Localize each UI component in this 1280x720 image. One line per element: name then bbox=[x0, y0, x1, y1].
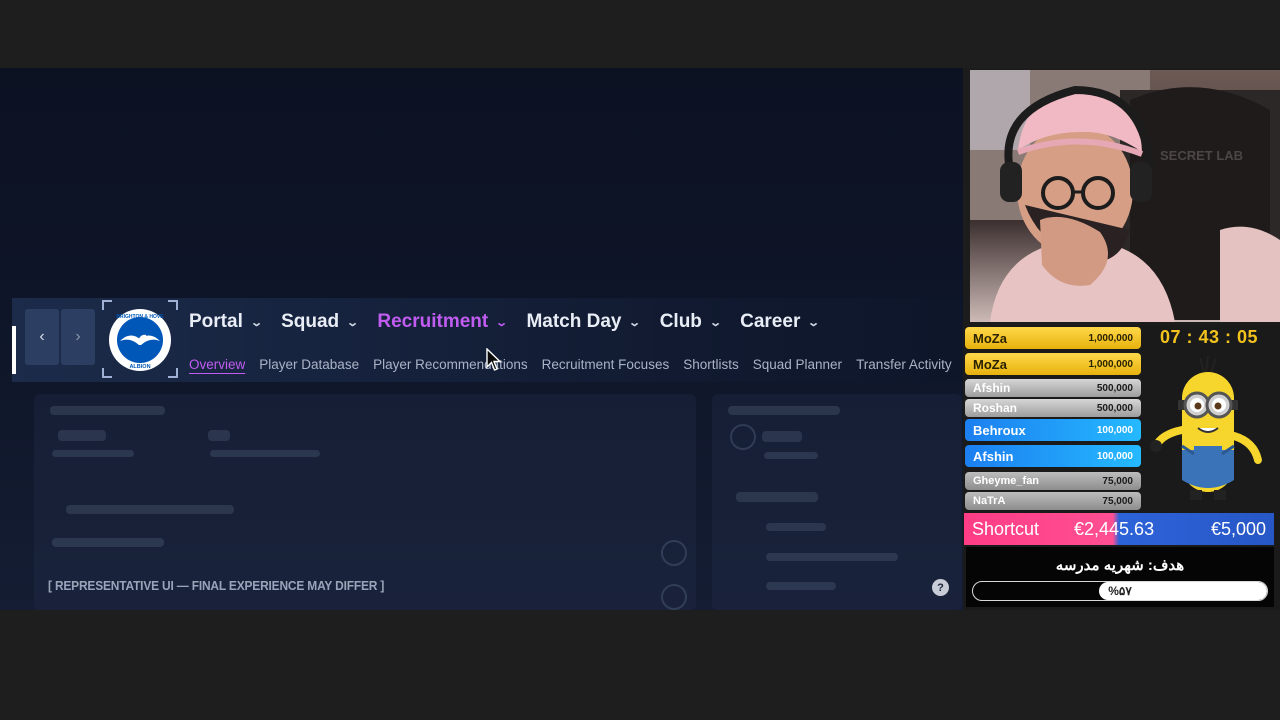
blurred-text bbox=[210, 450, 320, 457]
menu-portal[interactable]: Portal ⌄ bbox=[189, 311, 263, 333]
chevron-right-icon: › bbox=[75, 328, 81, 345]
tab-recruitment-focuses[interactable]: Recruitment Focuses bbox=[542, 357, 670, 372]
chair-logo-text: SECRET LAB bbox=[1160, 148, 1243, 163]
blurred-text bbox=[766, 582, 836, 590]
chevron-left-icon: ‹ bbox=[39, 328, 45, 345]
shortcut-label: Shortcut bbox=[972, 518, 1040, 539]
blurred-text bbox=[736, 492, 818, 502]
menu-club[interactable]: Club ⌄ bbox=[659, 311, 722, 333]
donor-name: Afshin bbox=[973, 381, 1011, 395]
donor-name: MoZa bbox=[973, 356, 1007, 372]
navbar-accent-edge bbox=[12, 326, 16, 374]
club-crest-button[interactable]: BRIGHTON & HOVE ALBION bbox=[102, 300, 178, 378]
blurred-text bbox=[208, 430, 230, 441]
goal-title: هدف: شهریه مدرسه bbox=[1055, 557, 1185, 574]
tab-squad-planner[interactable]: Squad Planner bbox=[753, 357, 842, 372]
blurred-arrow-icon bbox=[661, 540, 687, 566]
donation-amount: 100,000 bbox=[1096, 424, 1133, 436]
donation-row: NaTrA 75,000 bbox=[965, 492, 1141, 510]
chevron-down-icon: ⌄ bbox=[807, 316, 821, 329]
chevron-down-icon: ⌄ bbox=[250, 316, 263, 329]
menu-recruitment[interactable]: Recruitment ⌄ bbox=[377, 311, 509, 333]
back-button[interactable]: ‹ bbox=[25, 309, 59, 365]
donation-amount: 1,000,000 bbox=[1088, 358, 1134, 370]
blurred-text bbox=[762, 431, 802, 442]
blurred-text bbox=[52, 450, 134, 457]
menu-label: Match Day bbox=[526, 311, 622, 332]
donor-name: Behroux bbox=[973, 422, 1026, 438]
donation-amount: 500,000 bbox=[1096, 382, 1133, 394]
blurred-arrow-icon bbox=[661, 584, 687, 610]
donor-name: NaTrA bbox=[973, 495, 1006, 507]
blurred-text bbox=[766, 553, 898, 561]
tab-player-database[interactable]: Player Database bbox=[259, 357, 359, 372]
donor-name: MoZa bbox=[973, 330, 1007, 346]
mouse-cursor-icon bbox=[486, 348, 502, 371]
menu-label: Career bbox=[740, 311, 801, 332]
donation-row: Gheyme_fan 75,000 bbox=[965, 472, 1141, 490]
donation-row: Roshan 500,000 bbox=[965, 399, 1141, 417]
blurred-text bbox=[58, 430, 106, 441]
blurred-text bbox=[66, 505, 234, 514]
donor-name: Afshin bbox=[973, 448, 1014, 464]
blurred-text bbox=[764, 452, 818, 459]
donor-name: Roshan bbox=[973, 401, 1018, 415]
chevron-down-icon: ⌄ bbox=[709, 316, 722, 329]
minion-mascot-icon bbox=[1150, 355, 1262, 500]
streamer-webcam: SECRET LAB bbox=[970, 70, 1280, 322]
donation-amount: 75,000 bbox=[1102, 495, 1133, 507]
goal-progress-percent: %۵۷ bbox=[1108, 584, 1132, 598]
top-letterbox bbox=[0, 0, 1280, 68]
chevron-down-icon: ⌄ bbox=[495, 316, 509, 329]
forward-button[interactable]: › bbox=[61, 309, 95, 365]
brighton-crest-icon: BRIGHTON & HOVE ALBION bbox=[109, 309, 171, 371]
bottom-letterbox bbox=[0, 610, 1280, 720]
blurred-text bbox=[766, 523, 826, 531]
menu-label: Recruitment bbox=[377, 311, 489, 332]
menu-match-day[interactable]: Match Day ⌄ bbox=[526, 311, 642, 333]
webcam-illustration: SECRET LAB bbox=[970, 70, 1280, 322]
tab-shortlists[interactable]: Shortlists bbox=[683, 357, 739, 372]
game-screen: ‹ › BRIGHTON & HOVE ALBION Portal ⌄ Squa… bbox=[0, 68, 963, 610]
menu-label: Portal bbox=[189, 311, 243, 332]
blurred-text bbox=[52, 538, 164, 547]
donation-amount: 1,000,000 bbox=[1088, 332, 1134, 344]
donation-row: Behroux 100,000 bbox=[965, 419, 1141, 441]
donation-amount: 500,000 bbox=[1096, 402, 1133, 414]
shortcut-goal-amount: €5,000 bbox=[1210, 518, 1266, 539]
donation-amount: 100,000 bbox=[1096, 450, 1133, 462]
goal-progress-bar: %۵۷ bbox=[972, 581, 1268, 601]
tab-transfer-activity[interactable]: Transfer Activity bbox=[856, 357, 952, 372]
crest-top-text: BRIGHTON & HOVE bbox=[116, 314, 164, 320]
blurred-avatar bbox=[730, 424, 756, 450]
crest-bottom-text: ALBION bbox=[129, 364, 150, 370]
school-tuition-goal: هدف: شهریه مدرسه %۵۷ bbox=[966, 547, 1274, 607]
donation-row: MoZa 1,000,000 bbox=[965, 327, 1141, 349]
help-icon[interactable]: ? bbox=[932, 579, 949, 596]
menu-label: Club bbox=[659, 311, 702, 332]
main-menu: Portal ⌄ Squad ⌄ Recruitment ⌄ Match Day… bbox=[189, 311, 839, 333]
donation-goal-bar: Shortcut €2,445.63 €5,000 bbox=[964, 513, 1274, 545]
donation-row: Afshin 100,000 bbox=[965, 445, 1141, 467]
donation-row: MoZa 1,000,000 bbox=[965, 353, 1141, 375]
stream-timer: 07 : 43 : 05 bbox=[1160, 327, 1259, 347]
tab-player-recommendations[interactable]: Player Recommendations bbox=[373, 357, 528, 372]
recruitment-submenu: Overview Player Database Player Recommen… bbox=[189, 357, 963, 372]
representative-ui-disclaimer: [ REPRESENTATIVE UI — FINAL EXPERIENCE M… bbox=[48, 578, 385, 593]
donation-row: Afshin 500,000 bbox=[965, 379, 1141, 397]
shortcut-current-amount: €2,445.63 bbox=[1074, 518, 1155, 539]
chevron-down-icon: ⌄ bbox=[346, 316, 360, 329]
menu-label: Squad bbox=[281, 311, 340, 332]
menu-career[interactable]: Career ⌄ bbox=[740, 311, 821, 333]
blurred-text bbox=[50, 406, 165, 415]
menu-squad[interactable]: Squad ⌄ bbox=[281, 311, 360, 333]
tab-overview[interactable]: Overview bbox=[189, 357, 245, 372]
chevron-down-icon: ⌄ bbox=[628, 316, 642, 329]
donor-name: Gheyme_fan bbox=[973, 475, 1040, 487]
donation-amount: 75,000 bbox=[1102, 475, 1133, 487]
blurred-text bbox=[728, 406, 840, 415]
